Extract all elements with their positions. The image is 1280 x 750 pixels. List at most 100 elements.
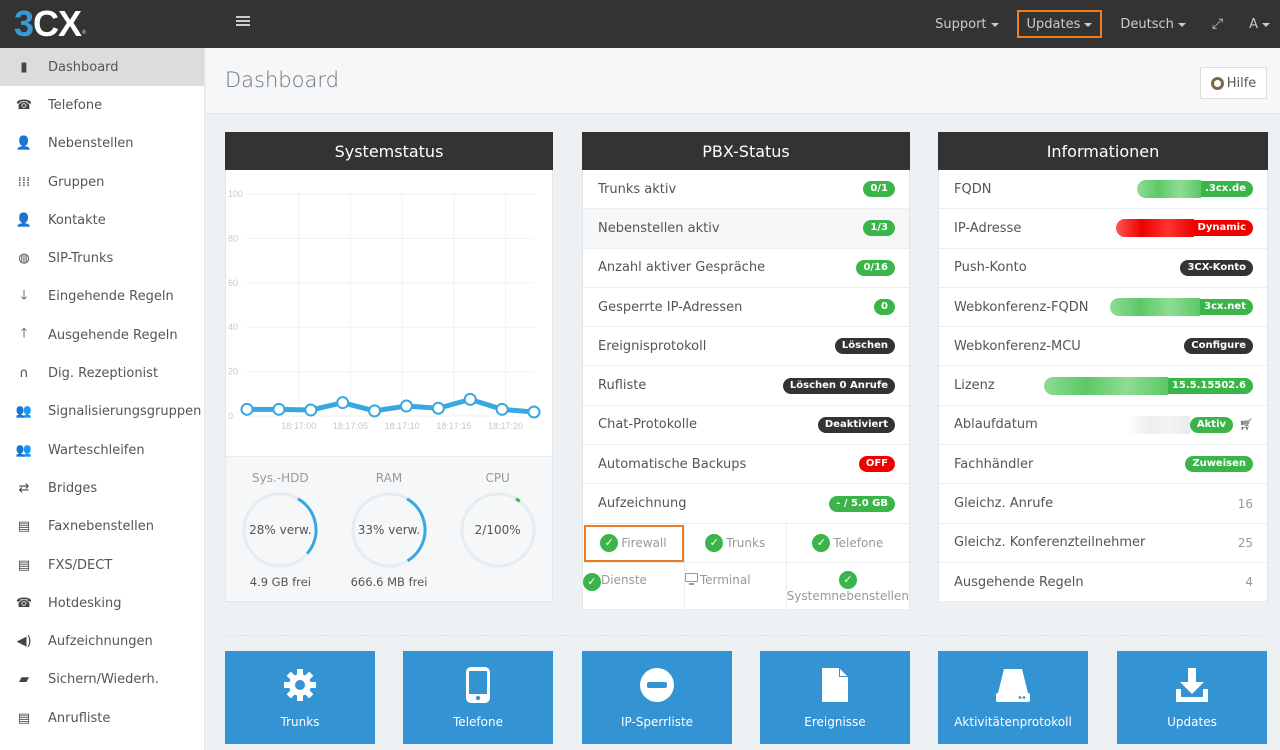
sidebar-item-label: Dig. Rezeptionist [48,366,159,382]
shopping-cart-icon[interactable]: 🛒︎ [1239,418,1253,431]
gauge-label: RAM [375,471,403,485]
action-badge[interactable]: Löschen [834,338,895,355]
service-firewall[interactable]: ✓ Firewall [583,523,685,563]
y-tick-label: 60 [228,278,238,288]
sidebar-item-anrufliste[interactable]: ▤ Anrufliste [0,699,204,737]
sidebar-item-label: Bridges [48,480,98,496]
action-badge[interactable]: Löschen 0 Anrufe [782,377,895,394]
pbx-status-list: Trunks aktiv 0/1 Nebenstellen aktiv 1/3 Anza… [583,170,909,524]
row-label: Webkonferenz-FQDN [954,299,1089,315]
sidebar-item-label: Dashboard [48,59,119,75]
status-badge: 0/1 [863,181,895,198]
row-label: Lizenz [954,378,995,394]
sidebar-item-ausgehende-regeln[interactable]: 🡑 Ausgehende Regeln [0,316,204,354]
info-row-ip-adresse: IP-Adresse Dynamic [939,209,1267,249]
users-icon: 👥 [15,404,33,420]
sidebar-item-fxs-dect[interactable]: ▤ FXS/DECT [0,546,204,584]
logo[interactable]: 3 CX ® [14,3,87,44]
data-point[interactable] [399,399,413,413]
help-button[interactable]: Hilfe [1200,67,1267,99]
top-nav-menu: Support Updates Deutsch ⤢ A [925,0,1280,48]
data-point[interactable] [336,396,350,410]
action-badge[interactable]: OFF [858,456,895,473]
sidebar-item-dashboard[interactable]: ▮ Dashboard [0,48,204,87]
nav-updates[interactable]: Updates [1016,10,1103,38]
sidebar-item-warteschleifen[interactable]: 👥 Warteschleifen [0,431,204,469]
gauge-value: 28% verw. [249,523,312,537]
service-telefone[interactable]: ✓ Telefone [786,524,909,563]
sidebar-item-hotdesking[interactable]: ☎ Hotdesking [0,584,204,622]
tile-label: Telefone [453,715,503,729]
tile-ip-sperrliste[interactable]: IP-Sperrliste [582,651,732,744]
service-trunks[interactable]: ✓ Trunks [684,523,787,563]
data-point[interactable] [368,404,382,418]
row-value: 16 [1238,497,1253,511]
pbx-status-title: PBX-Status [582,132,910,170]
fullscreen-toggle[interactable]: ⤢ [1196,10,1239,38]
gauge-ram: RAM 33% verw. 666.6 MB frei [339,471,439,600]
status-badge: Dynamic [1193,220,1253,237]
logo-mark: ® [82,30,87,36]
tile-updates[interactable]: Updates [1117,651,1267,744]
pbx-status-panel: PBX-Status Trunks aktiv 0/1 Nebenstellen a… [582,132,910,610]
sidebar-item-gruppen[interactable]: ⁞⁞⁞ Gruppen [0,163,204,201]
sidebar-item-label: Signalisierungsgruppen [48,404,202,420]
action-badge[interactable]: Zuweisen [1185,456,1253,473]
menu-toggle-icon[interactable] [236,16,250,28]
sidebar-item-telefone[interactable]: ☎ Telefone [0,86,204,124]
y-tick-label: 20 [228,367,238,377]
nav-a[interactable]: A [1239,10,1280,38]
caret-down-icon [1177,23,1186,27]
sidebar-item-sip-trunks[interactable]: ◍ SIP-Trunks [0,239,204,277]
page-header: Dashboard Hilfe [206,48,1280,114]
action-badge[interactable]: Configure [1184,338,1253,355]
data-point[interactable] [527,405,541,419]
nav-label: A [1249,16,1258,32]
sidebar-item-faxnebenstellen[interactable]: ▤ Faxnebenstellen [0,508,204,546]
sidebar-item-bridges[interactable]: ⇄ Bridges [0,469,204,507]
service-dienste[interactable]: ✓ Dienste [583,562,685,610]
gauge-value: 33% verw. [357,523,421,537]
row-value: 15.5.15502.6 [1043,376,1253,395]
logo-secondary: CX [33,3,82,44]
sidebar-item-aufzeichnungen[interactable]: ◀) Aufzeichnungen [0,622,204,660]
user-icon: 👤 [15,212,33,228]
pbx-row-trunks-aktiv: Trunks aktiv 0/1 [583,170,909,210]
cpu-line-chart: 0 20 40 60 80 100 18:17:00 18:17:05 18:17:10 18:1… [226,170,552,457]
row-label: Aufzeichnung [598,496,687,512]
action-badge[interactable]: 3CX-Konto [1180,259,1253,276]
data-point[interactable] [304,403,318,417]
tile-telefone[interactable]: Telefone [403,651,553,744]
status-badge: .3cx.de [1201,181,1253,198]
tile-ereignisse[interactable]: Ereignisse [760,651,910,744]
x-tick-label: 18:17:15 [436,421,471,431]
nav-deutsch[interactable]: Deutsch [1110,10,1196,38]
sidebar-item-kontakte[interactable]: 👤 Kontakte [0,201,204,239]
pbx-row-aufzeichnung: Aufzeichnung - / 5.0 GB [583,484,909,524]
pbx-row-rufliste: Rufliste Löschen 0 Anrufe [583,366,909,406]
data-point[interactable] [495,402,509,416]
information-list: FQDN .3cx.de IP-Adresse Dynamic Push-Konto 3C… [939,170,1267,603]
sidebar-item-label: Sichern/Wiederh. [48,672,159,688]
data-point[interactable] [272,402,286,416]
sidebar-item-sichern-wiederh[interactable]: ▰ Sichern/Wiederh. [0,661,204,699]
sidebar-item-eingehende-regeln[interactable]: 🡓 Eingehende Regeln [0,278,204,316]
service-terminal[interactable]: Terminal [684,562,787,610]
sidebar-item-signalisierungsgruppen[interactable]: 👥 Signalisierungsgruppen [0,393,204,431]
sidebar-item-dig-rezeptionist[interactable]: ∩ Dig. Rezeptionist [0,354,204,392]
nav-support[interactable]: Support [925,10,1008,38]
tile-aktivit-tenprotokoll[interactable]: Aktivitätenprotokoll [938,651,1088,744]
gauge-ring: 28% verw. [241,491,319,569]
action-badge[interactable]: Deaktiviert [817,416,895,433]
pbx-row-ereignisprotokoll: Ereignisprotokoll Löschen [583,327,909,367]
data-point[interactable] [431,401,445,415]
data-point[interactable] [240,402,254,416]
check-icon: ✓ [705,533,724,552]
x-tick-label: 18:17:05 [333,421,368,431]
service-systemnebenstellen[interactable]: ✓ Systemnebenstellen [786,563,909,610]
data-point[interactable] [463,392,477,406]
tile-trunks[interactable]: Trunks [225,651,375,744]
sidebar-item-nebenstellen[interactable]: 👤 Nebenstellen [0,125,204,163]
row-label: Automatische Backups [598,456,747,472]
sidebar-item-label: Eingehende Regeln [48,289,174,305]
